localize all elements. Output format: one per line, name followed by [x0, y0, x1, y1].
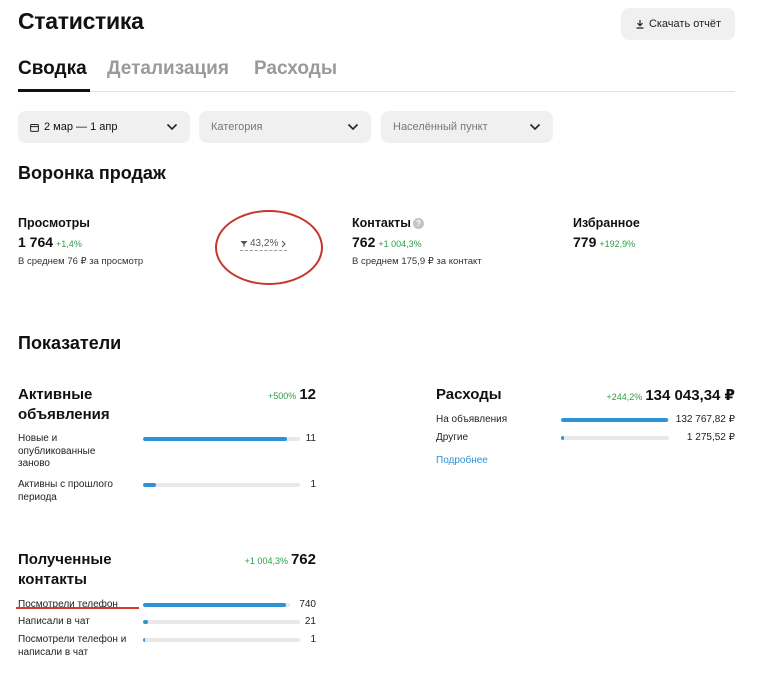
- favorites-change: +192,9%: [599, 239, 636, 249]
- location-placeholder: Населённый пункт: [393, 121, 488, 133]
- received-contacts-total: 762: [290, 551, 316, 568]
- views-value: 1 764: [18, 234, 54, 250]
- expenses-bar: [561, 418, 668, 422]
- received-contacts-bar: [143, 638, 145, 642]
- tabs-divider: [18, 91, 735, 92]
- received-contacts-row-value: 1: [310, 634, 316, 645]
- received-contacts-row-label: Посмотрели телефон: [18, 599, 118, 610]
- page-title: Статистика: [18, 8, 144, 34]
- category-select[interactable]: Категория: [199, 111, 371, 143]
- favorites-value: 779: [573, 234, 597, 250]
- expenses-row-value: 1 275,52 ₽: [686, 432, 735, 443]
- expenses-title: Расходы: [436, 386, 502, 403]
- received-contacts-row-value: 21: [304, 616, 316, 627]
- expenses-change: +244,2%: [606, 392, 643, 402]
- received-contacts-title: Полученные контакты: [18, 551, 112, 588]
- expenses-row-label: На объявления: [436, 414, 508, 425]
- expenses-row-value: 132 767,82 ₽: [675, 414, 735, 425]
- received-contacts-row-label: Посмотрели телефон и написали в чат: [18, 634, 127, 658]
- contacts-change: +1 004,3%: [378, 239, 422, 249]
- received-contacts-change: +1 004,3%: [244, 556, 288, 566]
- received-contacts-row-value: 740: [299, 599, 316, 610]
- chevron-down-icon: [347, 123, 359, 131]
- active-ads-row-value: 11: [305, 433, 316, 444]
- views-average: В среднем 76 ₽ за просмотр: [18, 256, 144, 267]
- annotation-circle: [215, 210, 323, 285]
- category-placeholder: Категория: [211, 121, 263, 133]
- received-contacts-bar: [143, 603, 286, 607]
- chevron-down-icon: [529, 123, 541, 131]
- views-change: +1,4%: [56, 239, 82, 249]
- expenses-bar-track: [561, 436, 669, 440]
- favorites-block: Избранное 779 +192,9%: [573, 216, 640, 252]
- expenses-bar: [561, 436, 565, 440]
- active-ads-row-value: 1: [310, 479, 316, 490]
- tab-expenses[interactable]: Расходы: [254, 58, 337, 80]
- question-icon[interactable]: ?: [412, 218, 424, 230]
- contacts-average: В среднем 175,9 ₽ за контакт: [352, 256, 482, 267]
- received-contacts-bar-track: [143, 603, 290, 607]
- active-ads-bar: [143, 437, 288, 441]
- date-range-value: 2 мар — 1 апр: [44, 121, 118, 133]
- chevron-down-icon: [166, 123, 178, 131]
- active-ads-bar: [143, 483, 156, 487]
- annotation-underline: [16, 607, 139, 609]
- contacts-value: 762: [352, 234, 376, 250]
- contacts-label: Контакты: [352, 216, 411, 230]
- download-report-label: Скачать отчёт: [648, 18, 722, 30]
- funnel-title: Воронка продаж: [18, 163, 166, 183]
- active-ads-total: 12: [299, 386, 316, 403]
- metrics-title: Показатели: [18, 333, 122, 353]
- download-icon: [636, 20, 644, 29]
- active-ads-change: +500%: [268, 391, 297, 401]
- date-range-select[interactable]: 2 мар — 1 апр: [18, 111, 190, 143]
- download-report-button[interactable]: Скачать отчёт: [621, 8, 735, 40]
- expenses-bar-track: [561, 418, 669, 422]
- received-contacts-row-label: Написали в чат: [18, 616, 90, 627]
- active-ads-row-label: Активны с прошлого периода: [18, 479, 113, 503]
- location-select[interactable]: Населённый пункт: [381, 111, 553, 143]
- expenses-total-block: +244,2% 134 043,34 ₽: [555, 386, 735, 404]
- tab-details[interactable]: Детализация: [107, 58, 229, 80]
- expenses-total: 134 043,34 ₽: [645, 387, 735, 404]
- views-label: Просмотры: [18, 216, 90, 230]
- received-contacts-total-block: +1 004,3% 762: [200, 551, 316, 568]
- active-tab-indicator: [18, 89, 90, 92]
- calendar-icon: [30, 123, 39, 132]
- expenses-more-link[interactable]: Подробнее: [436, 455, 488, 466]
- active-ads-total-block: +500% 12: [220, 386, 316, 403]
- expenses-row-label: Другие: [436, 432, 469, 443]
- favorites-label: Избранное: [573, 216, 640, 230]
- active-ads-title: Активные объявления: [18, 386, 110, 423]
- active-ads-row-label: Новые и опубликованные заново: [18, 433, 96, 469]
- contacts-block: Контакты? 762 +1 004,3% В среднем 175,9 ₽…: [352, 216, 482, 267]
- views-block: Просмотры 1 764 +1,4% В среднем 76 ₽ за п…: [18, 216, 143, 267]
- received-contacts-bar: [143, 620, 148, 624]
- tab-summary[interactable]: Сводка: [18, 58, 87, 80]
